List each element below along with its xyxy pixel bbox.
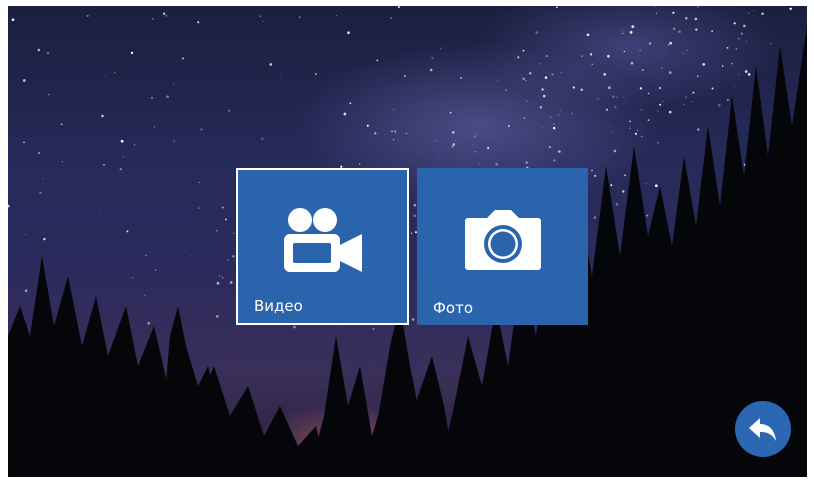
video-label: Видео xyxy=(254,297,303,315)
back-button[interactable] xyxy=(735,401,791,457)
photo-label: Фото xyxy=(433,299,474,317)
photo-camera-icon xyxy=(463,210,543,274)
video-tile[interactable]: Видео xyxy=(236,168,409,325)
back-arrow-icon xyxy=(749,418,776,441)
screen: Видео Фото xyxy=(8,6,807,477)
photo-tile[interactable]: Фото xyxy=(417,168,588,325)
video-camera-icon xyxy=(280,206,366,280)
